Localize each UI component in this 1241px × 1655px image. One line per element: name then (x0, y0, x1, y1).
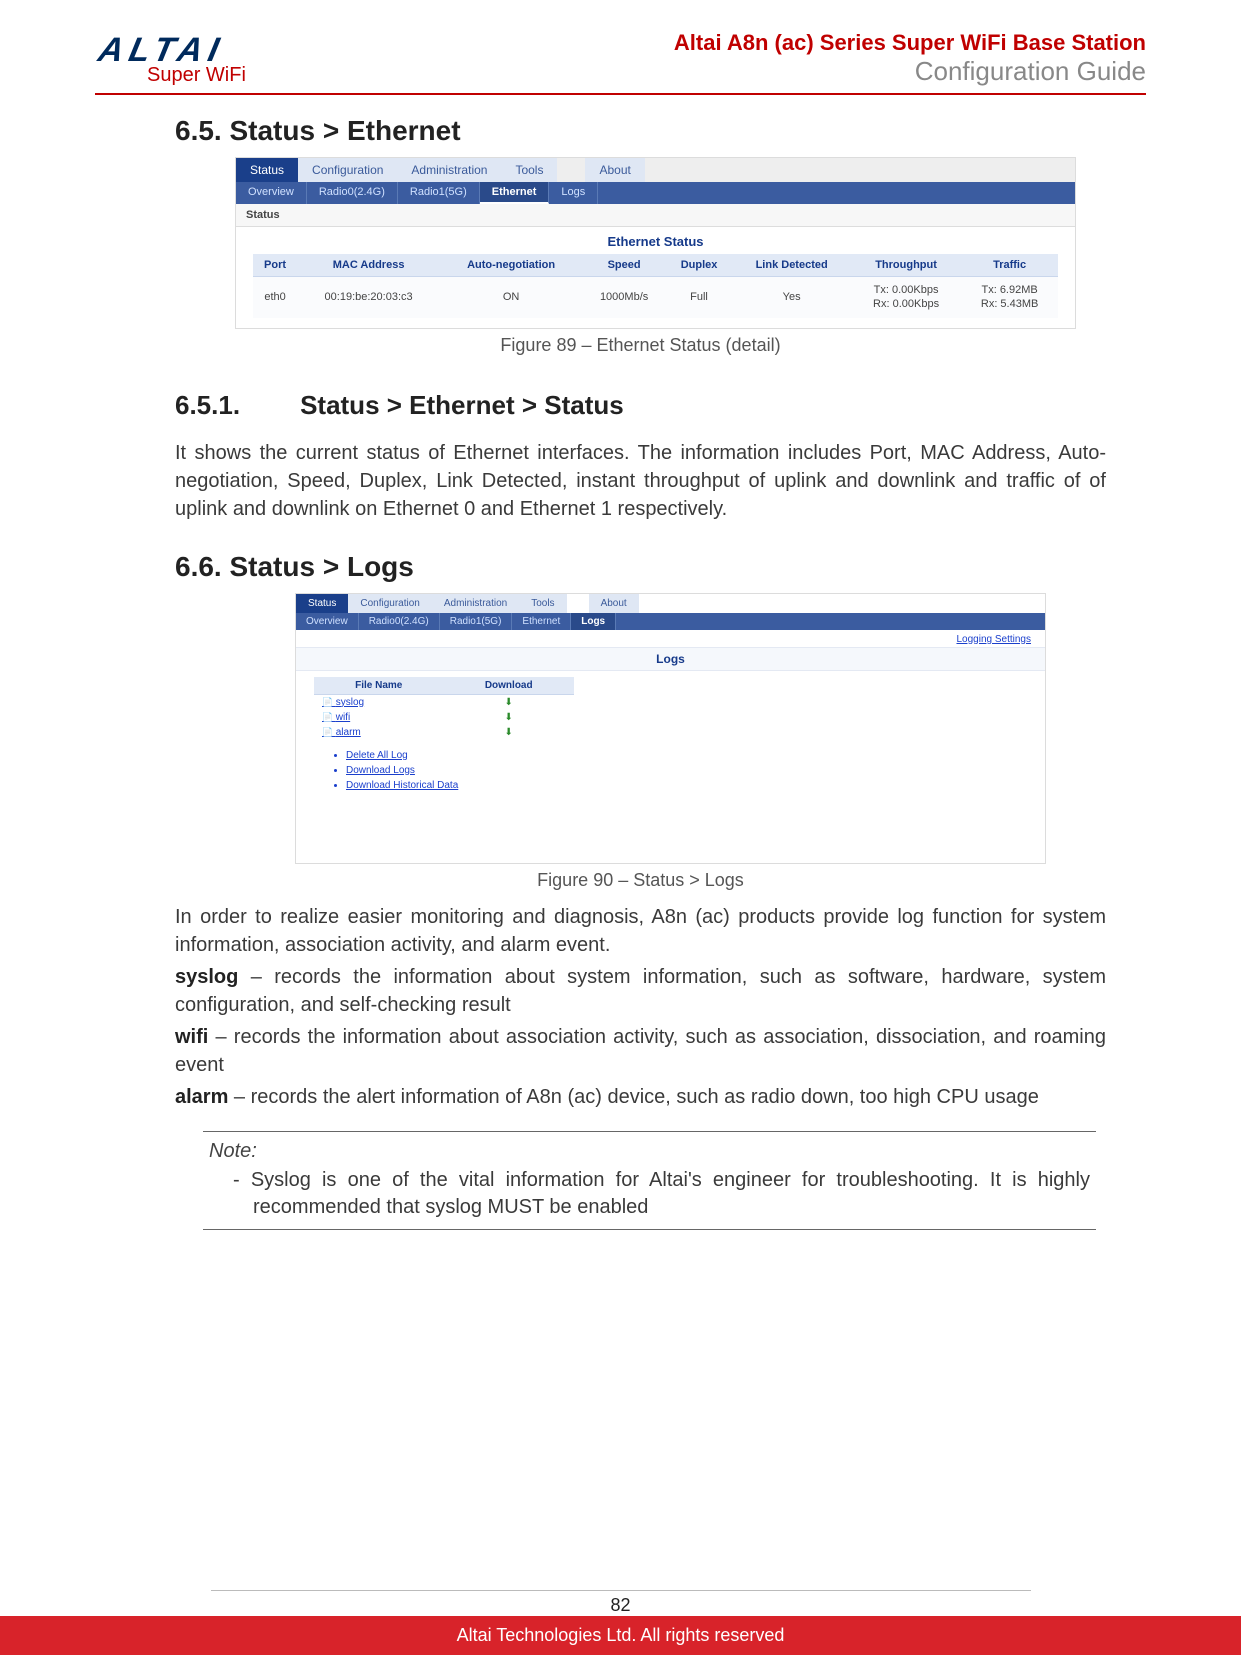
para-6-5-1: It shows the current status of Ethernet … (175, 439, 1106, 523)
subtab-logs[interactable]: Logs (549, 182, 598, 204)
figure-89-caption: Figure 89 – Ethernet Status (detail) (175, 335, 1106, 356)
col-speed: Speed (582, 254, 666, 277)
delete-all-log-link[interactable]: Delete All Log (346, 748, 1045, 763)
subtab-radio0-2[interactable]: Radio0(2.4G) (359, 613, 440, 630)
logs-title: Logs (296, 647, 1045, 671)
download-icon[interactable]: ⬇ (443, 725, 574, 740)
document-title-block: Altai A8n (ac) Series Super WiFi Base St… (674, 30, 1146, 87)
col-link: Link Detected (732, 254, 851, 277)
subtab-overview-2[interactable]: Overview (296, 613, 359, 630)
para-syslog: syslog – records the information about s… (175, 963, 1106, 1019)
log-action-links: Delete All Log Download Logs Download Hi… (332, 748, 1045, 793)
download-historical-link[interactable]: Download Historical Data (346, 778, 1045, 793)
cell-link: Yes (732, 277, 851, 318)
note-label: Note: (209, 1140, 1090, 1163)
para-wifi: wifi – records the information about ass… (175, 1023, 1106, 1079)
download-logs-link[interactable]: Download Logs (346, 763, 1045, 778)
col-traffic: Traffic (961, 254, 1058, 277)
cell-mac: 00:19:be:20:03:c3 (297, 277, 440, 318)
subtab-logs-2[interactable]: Logs (571, 613, 616, 630)
ethernet-status-title: Ethernet Status (236, 227, 1075, 254)
download-icon[interactable]: ⬇ (443, 694, 574, 710)
logo: ALTAI Super WiFi (95, 35, 246, 87)
subtab-radio1[interactable]: Radio1(5G) (398, 182, 480, 204)
col-download: Download (443, 677, 574, 695)
log-wifi-link[interactable]: wifi (314, 710, 443, 725)
logs-table: File Name Download syslog⬇ wifi⬇ alarm⬇ (314, 677, 574, 740)
ethernet-status-table: Port MAC Address Auto-negotiation Speed … (253, 254, 1058, 318)
copyright-bar: Altai Technologies Ltd. All rights reser… (0, 1616, 1241, 1655)
col-port: Port (253, 254, 298, 277)
log-alarm-link[interactable]: alarm (314, 725, 443, 740)
heading-6-6: 6.6. Status > Logs (175, 551, 1106, 583)
subtab-overview[interactable]: Overview (236, 182, 307, 204)
document-title-line1: Altai A8n (ac) Series Super WiFi Base St… (674, 30, 1146, 56)
col-autoneg: Auto-negotiation (440, 254, 582, 277)
table-row: alarm⬇ (314, 725, 574, 740)
subtab-radio1-2[interactable]: Radio1(5G) (440, 613, 513, 630)
tab-about[interactable]: About (585, 158, 644, 182)
figure-90-caption: Figure 90 – Status > Logs (175, 870, 1106, 891)
tab-status[interactable]: Status (236, 158, 298, 182)
subtab-ethernet[interactable]: Ethernet (480, 182, 550, 204)
figure-90: Status Configuration Administration Tool… (295, 593, 1046, 864)
subtab-radio0[interactable]: Radio0(2.4G) (307, 182, 398, 204)
col-filename: File Name (314, 677, 443, 695)
tab-tools[interactable]: Tools (501, 158, 557, 182)
table-row: wifi⬇ (314, 710, 574, 725)
para-alarm: alarm – records the alert information of… (175, 1083, 1106, 1111)
note-item: Syslog is one of the vital information f… (209, 1167, 1090, 1221)
heading-6-5: 6.5. Status > Ethernet (175, 115, 1106, 147)
tab-configuration[interactable]: Configuration (298, 158, 397, 182)
note-box: Note: Syslog is one of the vital informa… (203, 1131, 1096, 1230)
download-icon[interactable]: ⬇ (443, 710, 574, 725)
panel-label-status: Status (236, 204, 1075, 227)
tab-tools-2[interactable]: Tools (519, 594, 566, 613)
heading-6-5-1-text: Status > Ethernet > Status (300, 390, 624, 421)
logging-settings-link[interactable]: Logging Settings (956, 634, 1031, 645)
document-title-line2: Configuration Guide (674, 56, 1146, 87)
page-number: 82 (211, 1590, 1031, 1616)
col-throughput: Throughput (851, 254, 961, 277)
logo-main-text: ALTAI (96, 35, 228, 66)
para-logs-intro: In order to realize easier monitoring an… (175, 903, 1106, 959)
tab-status-2[interactable]: Status (296, 594, 348, 613)
page-footer: 82 Altai Technologies Ltd. All rights re… (0, 1578, 1241, 1655)
subtab-ethernet-2[interactable]: Ethernet (512, 613, 571, 630)
tab-administration-2[interactable]: Administration (432, 594, 519, 613)
heading-6-5-1-num: 6.5.1. (175, 390, 240, 421)
cell-autoneg: ON (440, 277, 582, 318)
tab-administration[interactable]: Administration (397, 158, 501, 182)
cell-throughput: Tx: 0.00KbpsRx: 0.00Kbps (851, 277, 961, 318)
figure-89: Status Configuration Administration Tool… (235, 157, 1076, 329)
cell-duplex: Full (666, 277, 732, 318)
sub-tab-bar: Overview Radio0(2.4G) Radio1(5G) Etherne… (236, 182, 1075, 204)
log-syslog-link[interactable]: syslog (314, 694, 443, 710)
col-mac: MAC Address (297, 254, 440, 277)
cell-traffic: Tx: 6.92MBRx: 5.43MB (961, 277, 1058, 318)
table-row: eth0 00:19:be:20:03:c3 ON 1000Mb/s Full … (253, 277, 1058, 318)
tab-configuration-2[interactable]: Configuration (348, 594, 431, 613)
main-tab-bar: Status Configuration Administration Tool… (236, 158, 1075, 182)
cell-speed: 1000Mb/s (582, 277, 666, 318)
col-duplex: Duplex (666, 254, 732, 277)
page-header: ALTAI Super WiFi Altai A8n (ac) Series S… (95, 30, 1146, 95)
table-row: syslog⬇ (314, 694, 574, 710)
sub-tab-bar-2: Overview Radio0(2.4G) Radio1(5G) Etherne… (296, 613, 1045, 630)
tab-about-2[interactable]: About (589, 594, 639, 613)
main-tab-bar-2: Status Configuration Administration Tool… (296, 594, 1045, 613)
cell-port: eth0 (253, 277, 298, 318)
